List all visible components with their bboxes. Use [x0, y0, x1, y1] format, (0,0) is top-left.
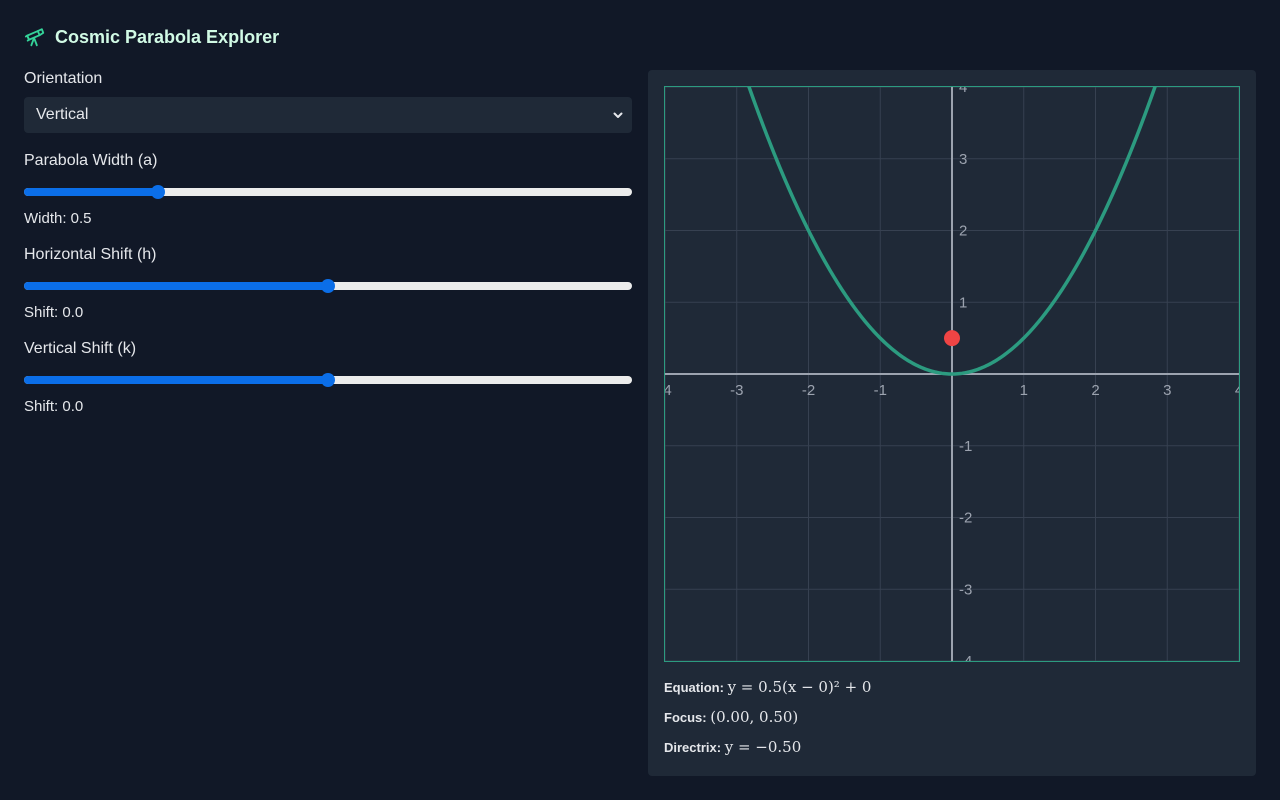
x-tick-label: -4 [665, 382, 672, 399]
y-tick-label: -4 [959, 653, 972, 661]
slider-thumb[interactable] [150, 185, 165, 199]
y-tick-label: 3 [959, 151, 967, 168]
equation-row: Equation: y = 0.5(x − 0)² + 0 [664, 678, 871, 696]
hshift-label: Horizontal Shift (h) [24, 246, 157, 263]
x-tick-label: -3 [730, 382, 743, 399]
width-label: Parabola Width (a) [24, 152, 158, 169]
x-tick-label: -2 [802, 382, 815, 399]
y-tick-label: -1 [959, 438, 972, 455]
y-tick-label: -3 [959, 581, 972, 598]
y-tick-label: -2 [959, 510, 972, 527]
focus-label: Focus: [664, 710, 707, 725]
focus-value: (0.00, 0.50) [710, 708, 799, 726]
vshift-label: Vertical Shift (k) [24, 340, 137, 357]
focus-row: Focus: (0.00, 0.50) [664, 708, 798, 726]
vshift-readout: Shift: 0.0 [24, 398, 84, 415]
orientation-selected-value: Vertical [36, 106, 89, 123]
slider-fill [24, 282, 328, 290]
slider-thumb[interactable] [321, 373, 335, 387]
hshift-control: Horizontal Shift (h) Shift: 0.0 [24, 246, 632, 321]
vshift-control: Vertical Shift (k) Shift: 0.0 [24, 340, 632, 415]
parabola-chart: -4 -3 -2 -1 1 2 3 4 4 3 2 1 -1 -2 -3 -4 [665, 87, 1239, 661]
chevron-down-icon [613, 112, 623, 118]
plot-area[interactable]: -4 -3 -2 -1 1 2 3 4 4 3 2 1 -1 -2 -3 -4 [664, 86, 1240, 662]
orientation-label: Orientation [24, 70, 103, 87]
y-tick-label: 2 [959, 223, 967, 240]
directrix-value: y = −0.50 [724, 738, 802, 756]
slider-fill [24, 376, 328, 384]
app-title: Cosmic Parabola Explorer [55, 26, 280, 47]
x-tick-label: -1 [874, 382, 887, 399]
width-control: Parabola Width (a) Width: 0.5 [24, 152, 632, 227]
equation-value: y = 0.5(x − 0)² + 0 [727, 678, 872, 696]
vshift-slider[interactable] [24, 373, 632, 387]
directrix-label: Directrix: [664, 740, 722, 755]
width-slider[interactable] [24, 185, 632, 199]
y-tick-label: 1 [959, 294, 967, 311]
directrix-row: Directrix: y = −0.50 [664, 738, 801, 756]
hshift-readout: Shift: 0.0 [24, 304, 84, 321]
graph-panel: -4 -3 -2 -1 1 2 3 4 4 3 2 1 -1 -2 -3 -4 Equation: y = 0… [648, 70, 1256, 776]
slider-thumb[interactable] [321, 279, 335, 293]
x-tick-label: 4 [1235, 382, 1239, 399]
controls-panel: Orientation Vertical Parabola Width (a) … [24, 70, 632, 415]
app-header: Cosmic Parabola Explorer [24, 26, 279, 48]
width-readout: Width: 0.5 [24, 210, 92, 227]
focus-point [944, 330, 960, 347]
equation-label: Equation: [664, 680, 724, 695]
x-tick-label: 2 [1091, 382, 1099, 399]
x-tick-label: 1 [1020, 382, 1028, 399]
x-tick-label: 3 [1163, 382, 1171, 399]
slider-fill [24, 188, 158, 196]
telescope-icon [24, 28, 45, 47]
orientation-select[interactable]: Vertical [24, 97, 632, 133]
y-tick-label: 4 [959, 87, 967, 96]
hshift-slider[interactable] [24, 279, 632, 293]
